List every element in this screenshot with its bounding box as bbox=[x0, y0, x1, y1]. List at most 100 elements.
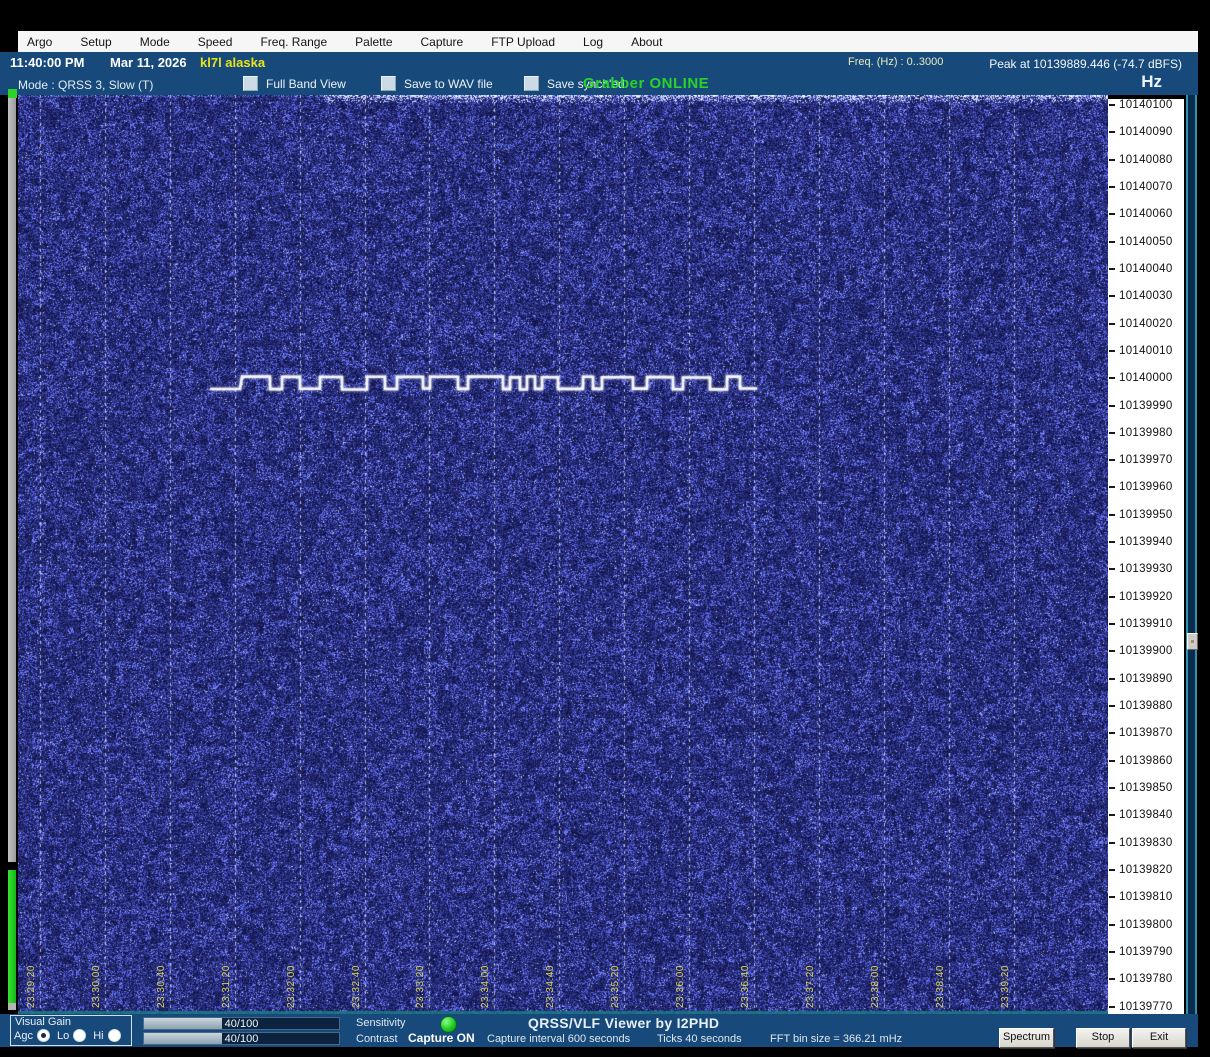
freq-label: 10139870 bbox=[1119, 727, 1173, 739]
freq-label-row: 10139910 bbox=[1108, 617, 1173, 631]
radio-circle-icon[interactable] bbox=[73, 1029, 86, 1042]
freq-label-row: 10139970 bbox=[1108, 453, 1173, 467]
radio-circle-icon[interactable] bbox=[108, 1029, 121, 1042]
frequency-scroll-track[interactable] bbox=[1186, 95, 1197, 1014]
freq-label: 10139800 bbox=[1119, 919, 1173, 931]
freq-label-row: 10139980 bbox=[1108, 426, 1173, 440]
time-tick-label: 23:31:20 bbox=[221, 965, 232, 1008]
freq-label-row: 10140020 bbox=[1108, 317, 1173, 331]
freq-tick-mark bbox=[1109, 896, 1115, 898]
freq-tick-mark bbox=[1109, 405, 1115, 407]
menu-item-freq-range[interactable]: Freq. Range bbox=[246, 35, 341, 49]
freq-label-row: 10140030 bbox=[1108, 289, 1173, 303]
freq-tick-mark bbox=[1109, 131, 1115, 133]
checkbox-box-icon[interactable] bbox=[381, 76, 396, 91]
freq-tick-mark bbox=[1109, 186, 1115, 188]
radio-agc[interactable]: Agc bbox=[14, 1029, 50, 1042]
freq-label: 10139820 bbox=[1119, 864, 1173, 876]
radio-hi[interactable]: Hi bbox=[93, 1029, 120, 1042]
checkbox-save-to-wav-file[interactable]: Save to WAV file bbox=[381, 76, 498, 91]
freq-label-row: 10139880 bbox=[1108, 699, 1173, 713]
menu-item-argo[interactable]: Argo bbox=[18, 35, 66, 49]
freq-label: 10139930 bbox=[1119, 563, 1173, 575]
freq-label: 10140100 bbox=[1119, 99, 1173, 111]
time-tick-label: 23:39:20 bbox=[1000, 965, 1011, 1008]
radio-lo[interactable]: Lo bbox=[57, 1029, 86, 1042]
freq-label-row: 10140080 bbox=[1108, 153, 1173, 167]
freq-label: 10140000 bbox=[1119, 372, 1173, 384]
freq-label: 10139970 bbox=[1119, 454, 1173, 466]
checkbox-box-icon[interactable] bbox=[243, 76, 258, 91]
time-tick-label: 23:35:20 bbox=[610, 965, 621, 1008]
freq-label: 10139840 bbox=[1119, 809, 1173, 821]
time-tick-label: 23:30:40 bbox=[156, 965, 167, 1008]
menu-item-speed[interactable]: Speed bbox=[184, 35, 247, 49]
freq-tick-mark bbox=[1109, 705, 1115, 707]
checkbox-full-band-view[interactable]: Full Band View bbox=[243, 76, 355, 91]
freq-label-row: 10140040 bbox=[1108, 262, 1173, 276]
freq-label: 10139780 bbox=[1119, 973, 1173, 985]
menu-item-about[interactable]: About bbox=[617, 35, 676, 49]
freq-tick-mark bbox=[1109, 623, 1115, 625]
freq-label-row: 10139840 bbox=[1108, 808, 1173, 822]
menu-item-palette[interactable]: Palette bbox=[341, 35, 406, 49]
freq-tick-mark bbox=[1109, 268, 1115, 270]
freq-label-row: 10140060 bbox=[1108, 207, 1173, 221]
hz-unit-label: Hz bbox=[1141, 72, 1162, 92]
stop-button[interactable]: Stop bbox=[1076, 1028, 1130, 1048]
freq-label-row: 10140100 bbox=[1108, 98, 1173, 112]
radio-label: Agc bbox=[14, 1030, 33, 1042]
freq-label-row: 10139890 bbox=[1108, 672, 1173, 686]
sensitivity-slider[interactable]: 40/100 bbox=[143, 1017, 340, 1030]
time-tick-label: 23:38:00 bbox=[870, 965, 881, 1008]
freq-tick-mark bbox=[1109, 377, 1115, 379]
exit-button[interactable]: Exit bbox=[1132, 1028, 1186, 1048]
freq-tick-mark bbox=[1109, 978, 1115, 980]
freq-label: 10139920 bbox=[1119, 591, 1173, 603]
freq-label: 10140040 bbox=[1119, 263, 1173, 275]
progress-bottom-nub bbox=[8, 1003, 16, 1010]
contrast-slider[interactable]: 40/100 bbox=[143, 1032, 340, 1045]
radio-circle-icon[interactable] bbox=[37, 1029, 50, 1042]
menu-item-ftp-upload[interactable]: FTP Upload bbox=[477, 35, 569, 49]
visual-gain-group: Visual Gain Agc Lo Hi bbox=[10, 1015, 132, 1046]
visual-gain-title: Visual Gain bbox=[15, 1016, 71, 1028]
menu-item-capture[interactable]: Capture bbox=[407, 35, 478, 49]
freq-tick-mark bbox=[1109, 432, 1115, 434]
freq-tick-mark bbox=[1109, 732, 1115, 734]
freq-tick-mark bbox=[1109, 596, 1115, 598]
checkbox-box-icon[interactable] bbox=[524, 76, 539, 91]
frequency-scroll-thumb[interactable] bbox=[1187, 633, 1198, 650]
spectrum-button[interactable]: Spectrum bbox=[999, 1028, 1054, 1048]
freq-label: 10139880 bbox=[1119, 700, 1173, 712]
freq-label-row: 10139820 bbox=[1108, 863, 1173, 877]
waterfall-spectrogram[interactable] bbox=[18, 95, 1108, 1014]
menu-item-setup[interactable]: Setup bbox=[66, 35, 125, 49]
freq-label-row: 10140050 bbox=[1108, 235, 1173, 249]
visual-gain-radios: Agc Lo Hi bbox=[14, 1029, 128, 1042]
radio-label: Lo bbox=[57, 1030, 69, 1042]
menu-item-log[interactable]: Log bbox=[569, 35, 617, 49]
freq-label: 10139860 bbox=[1119, 755, 1173, 767]
freq-label: 10139770 bbox=[1119, 1001, 1173, 1013]
menu-item-mode[interactable]: Mode bbox=[126, 35, 184, 49]
freq-label-row: 10139990 bbox=[1108, 399, 1173, 413]
freq-label: 10139830 bbox=[1119, 837, 1173, 849]
peak-readout: Peak at 10139889.446 (-74.7 dBFS) bbox=[989, 57, 1182, 71]
freq-label: 10140070 bbox=[1119, 181, 1173, 193]
frequency-scale: 10140100 10140090 10140080 10140070 10140060… bbox=[1108, 99, 1184, 1014]
freq-label-row: 10140070 bbox=[1108, 180, 1173, 194]
freq-tick-mark bbox=[1109, 842, 1115, 844]
freq-label-row: 10139800 bbox=[1108, 918, 1173, 932]
freq-label: 10139990 bbox=[1119, 400, 1173, 412]
freq-label-row: 10139780 bbox=[1108, 972, 1173, 986]
freq-label: 10140080 bbox=[1119, 154, 1173, 166]
freq-tick-mark bbox=[1109, 541, 1115, 543]
fft-bin-label: FFT bin size = 366.21 mHz bbox=[770, 1033, 902, 1045]
freq-label: 10139940 bbox=[1119, 536, 1173, 548]
time-tick-label: 23:34:40 bbox=[545, 965, 556, 1008]
freq-label-row: 10140000 bbox=[1108, 371, 1173, 385]
sensitivity-label: Sensitivity bbox=[356, 1017, 406, 1029]
freq-label-row: 10139950 bbox=[1108, 508, 1173, 522]
freq-label: 10140050 bbox=[1119, 236, 1173, 248]
